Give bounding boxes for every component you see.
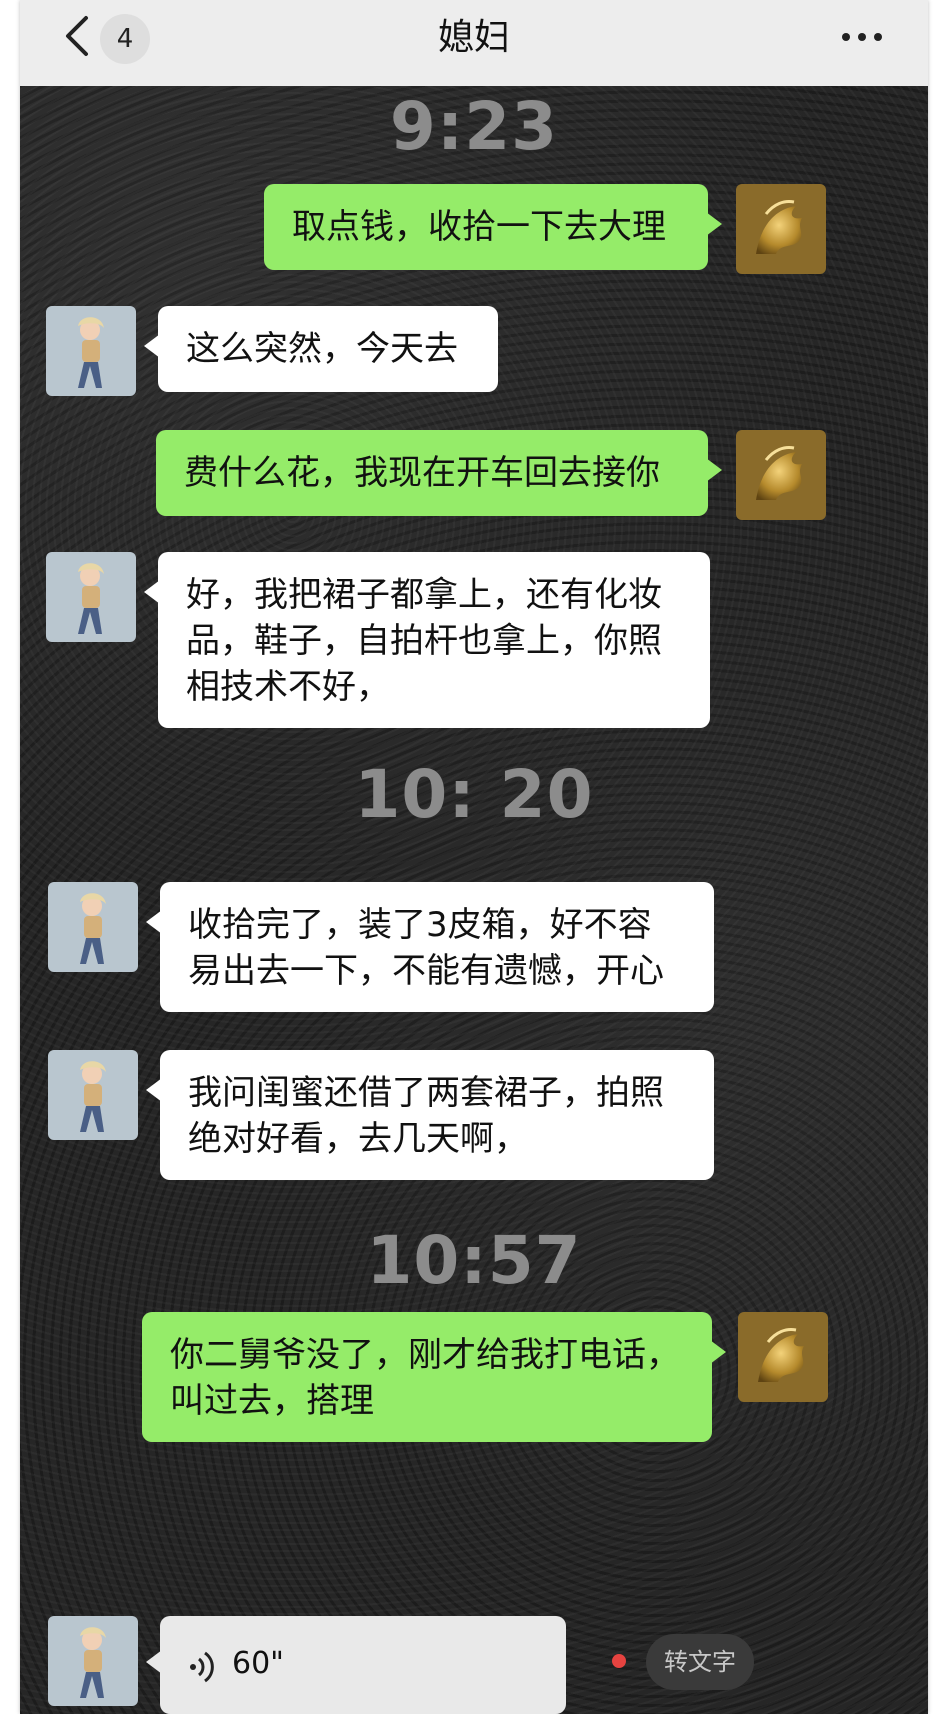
message-text: 你二舅爷没了，刚才给我打电话，: [170, 1335, 680, 1375]
message-text: 相技术不好，: [186, 667, 390, 707]
timestamp: 10:57: [366, 1222, 582, 1299]
girl-avatar: [46, 306, 136, 396]
girl-avatar: [48, 1616, 138, 1706]
girl-avatar: [48, 882, 138, 972]
avatar-wife[interactable]: [46, 552, 136, 642]
avatar-wife[interactable]: [46, 306, 136, 396]
dragon-avatar: [736, 184, 826, 274]
message-text: 绝对好看，去几天啊，: [188, 1119, 528, 1159]
message-text: 好，我把裙子都拿上，还有化妆: [186, 575, 662, 615]
avatar-self[interactable]: [736, 430, 826, 520]
unread-dot: [612, 1654, 626, 1668]
message-bubble-received[interactable]: 收拾完了，装了3皮箱，好不容 易出去一下，不能有遗憾，开心: [146, 882, 714, 1012]
chat-title: 媳妇: [437, 17, 510, 58]
dragon-avatar: [736, 430, 826, 520]
avatar-wife[interactable]: [48, 882, 138, 972]
message-text: 品，鞋子，自拍杆也拿上，你照: [186, 621, 662, 661]
voice-duration: 60": [232, 1646, 284, 1681]
convert-to-text-button[interactable]: 转文字: [646, 1634, 754, 1690]
message-bubble-received[interactable]: 我问闺蜜还借了两套裙子，拍照 绝对好看，去几天啊，: [146, 1050, 714, 1180]
message-text: 这么突然，今天去: [186, 329, 458, 369]
message-bubble-sent[interactable]: 费什么花，我现在开车回去接你: [156, 430, 722, 516]
avatar-wife[interactable]: [48, 1616, 138, 1706]
message-text: 取点钱，收拾一下去大理: [292, 207, 666, 247]
timestamp: 10: 20: [354, 756, 594, 833]
message-text: 收拾完了，装了3皮箱，好不容: [188, 905, 652, 945]
dragon-avatar: [738, 1312, 828, 1402]
voice-wave-icon: [190, 1651, 214, 1683]
message-bubble-received[interactable]: 好，我把裙子都拿上，还有化妆 品，鞋子，自拍杆也拿上，你照 相技术不好，: [144, 552, 710, 728]
message-bubble-received[interactable]: 这么突然，今天去: [144, 306, 498, 392]
avatar-self[interactable]: [736, 184, 826, 274]
avatar-wife[interactable]: [48, 1050, 138, 1140]
avatar-self[interactable]: [738, 1312, 828, 1402]
girl-avatar: [48, 1050, 138, 1140]
message-bubble-sent[interactable]: 取点钱，收拾一下去大理: [264, 184, 722, 270]
message-text: 我问闺蜜还借了两套裙子，拍照: [188, 1073, 664, 1113]
timestamp: 9:23: [389, 88, 559, 165]
message-text: 叫过去，搭理: [170, 1381, 374, 1421]
girl-avatar: [46, 552, 136, 642]
message-text: 费什么花，我现在开车回去接你: [184, 453, 660, 493]
message-bubble-sent[interactable]: 你二舅爷没了，刚才给我打电话， 叫过去，搭理: [142, 1312, 726, 1442]
message-text: 易出去一下，不能有遗憾，开心: [188, 951, 664, 991]
chat-window: 4 媳妇 9:23 取点钱，收拾一下去大理 这么突然，今天去 费什么花，我现在开…: [20, 0, 928, 1714]
voice-message-bubble[interactable]: 60": [146, 1616, 566, 1714]
more-dots-icon[interactable]: [838, 22, 886, 52]
chat-header: 4 媳妇: [20, 0, 928, 86]
